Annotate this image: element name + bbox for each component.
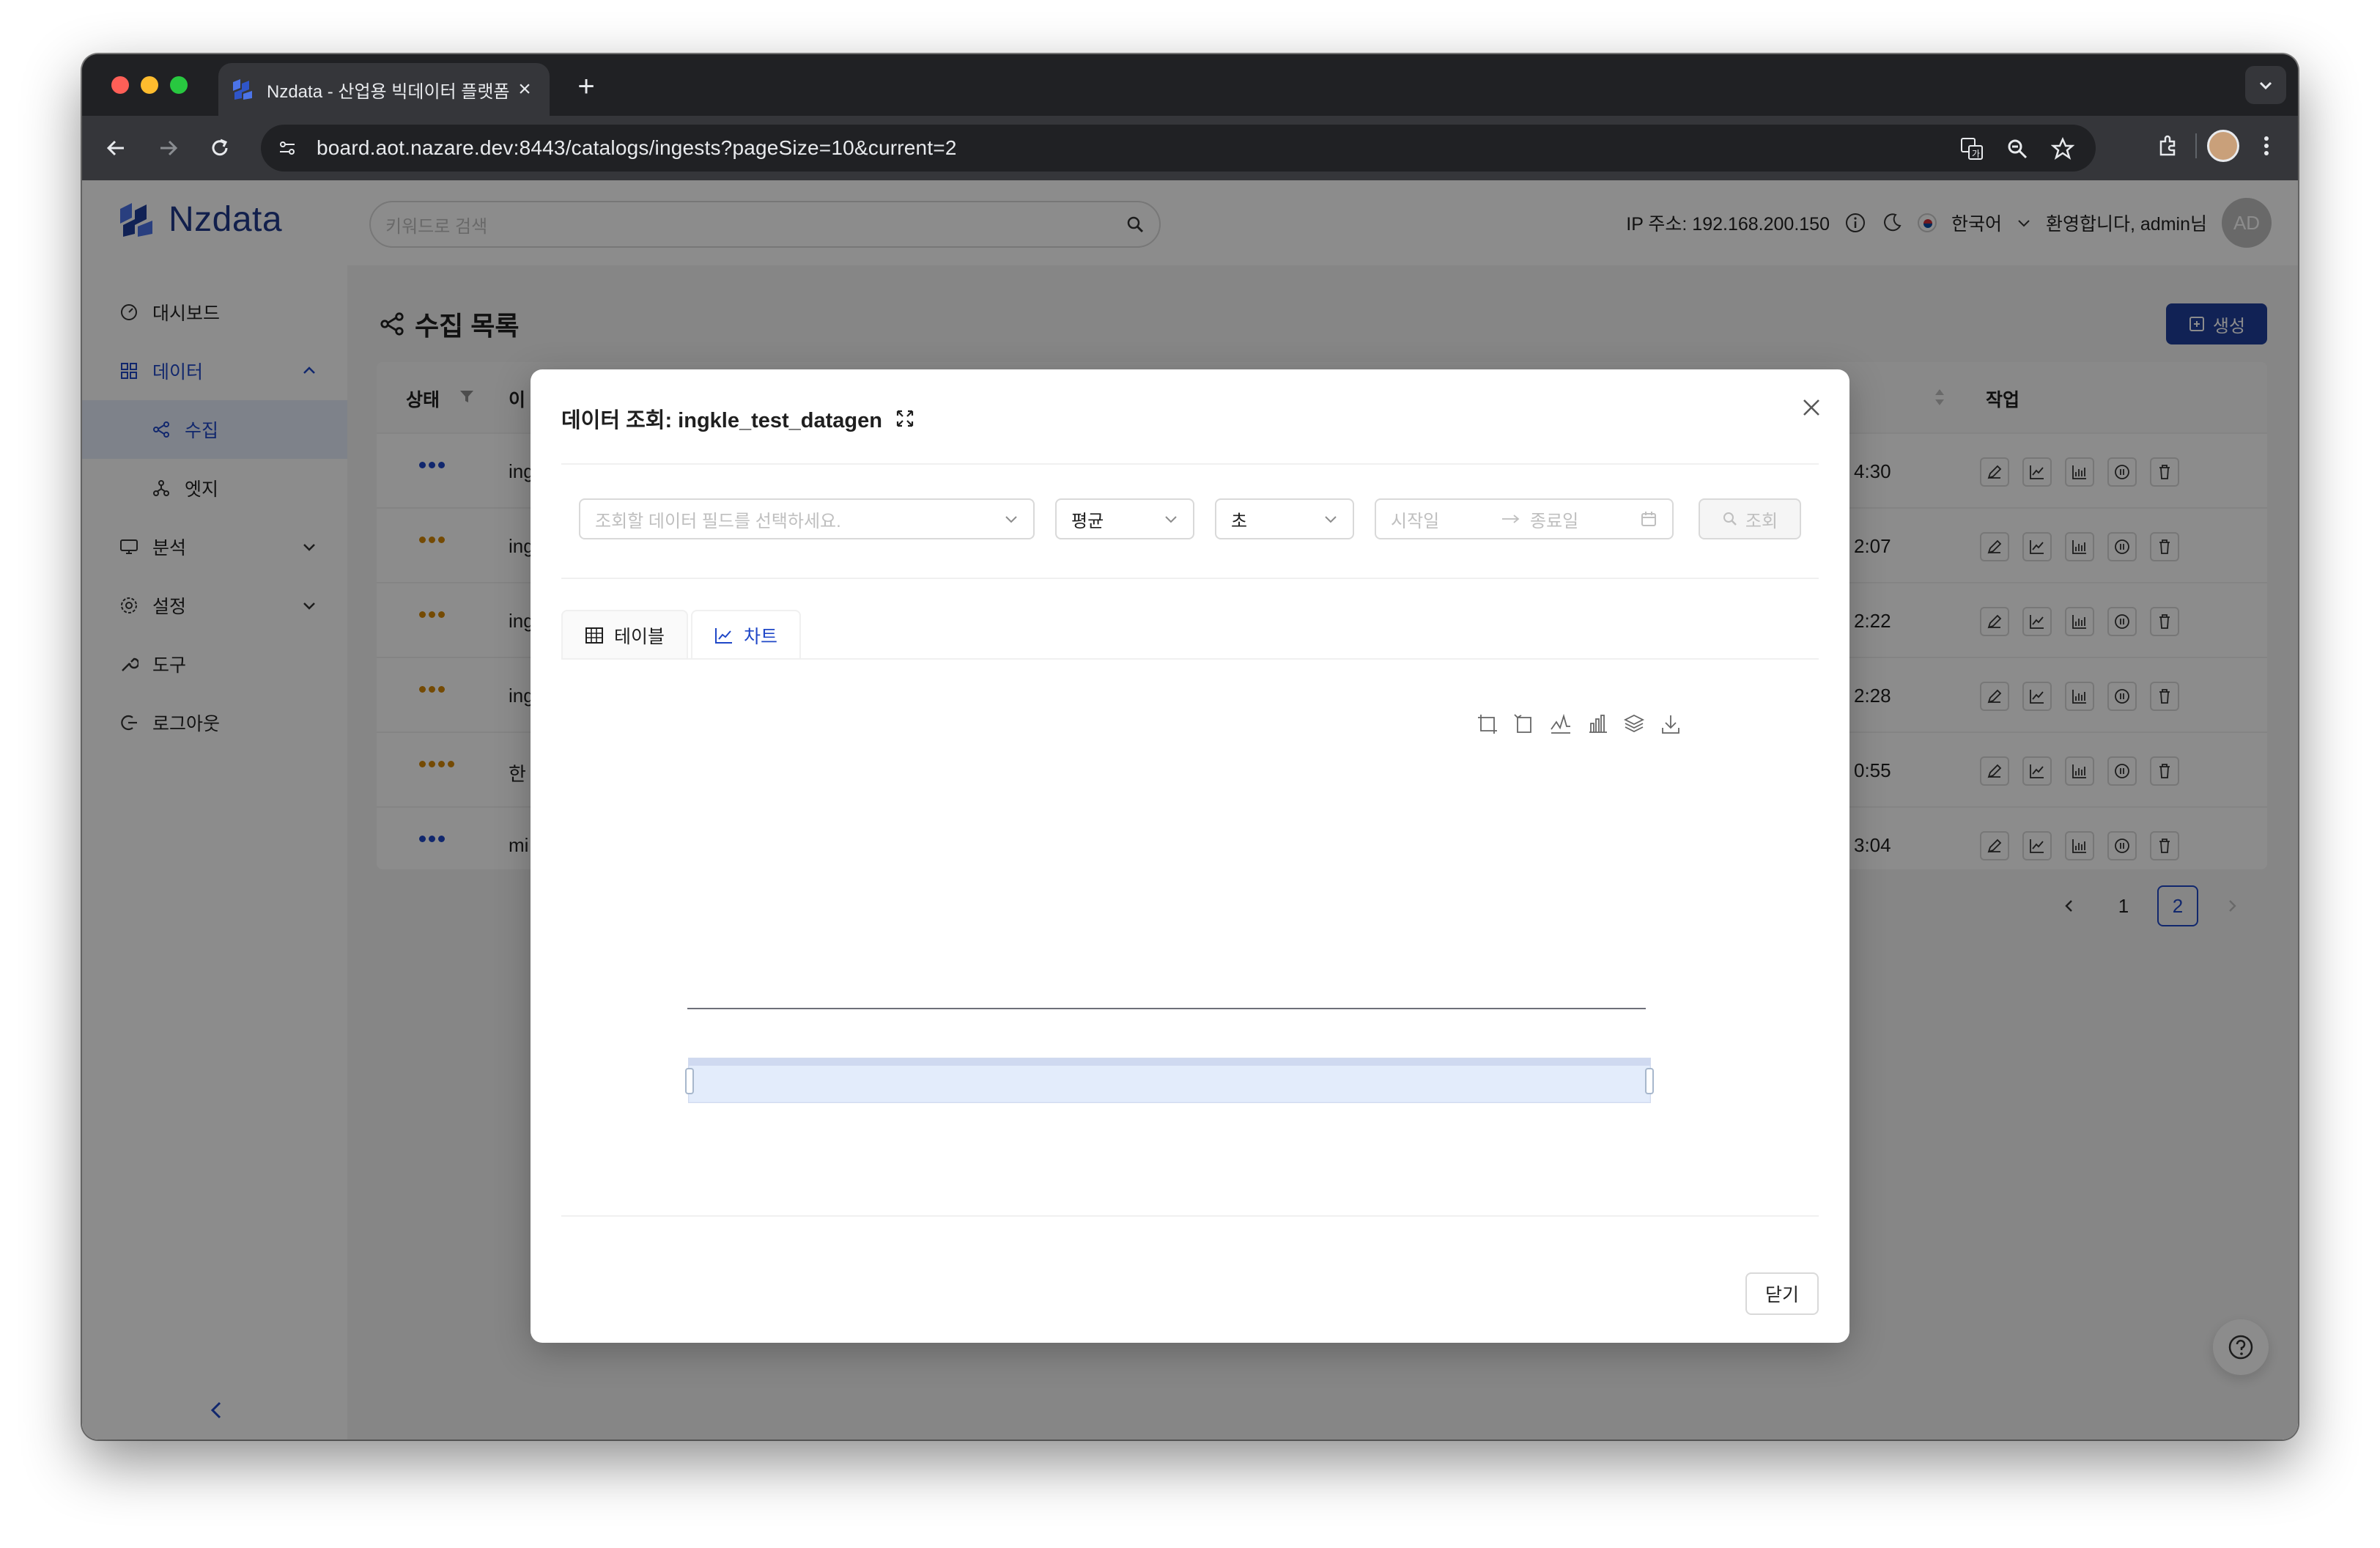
data-zoom-slider[interactable] <box>531 1051 1849 1110</box>
svg-text:가: 가 <box>1972 149 1980 159</box>
close-button-label: 닫기 <box>1764 1285 1799 1305</box>
tab-table-label: 테이블 <box>614 627 665 647</box>
tabs-underline <box>561 658 1819 660</box>
view-tabs: 테이블 차트 <box>561 610 804 660</box>
browser-toolbar: board.aot.nazare.dev:8443/catalogs/inges… <box>82 116 2298 180</box>
date-range-picker[interactable]: 시작일 종료일 <box>1375 498 1674 539</box>
chart-canvas[interactable] <box>531 736 1849 1029</box>
query-button-label: 조회 <box>1745 511 1778 531</box>
back-button[interactable] <box>97 129 135 167</box>
chevron-down-icon <box>1005 516 1017 523</box>
modal-divider <box>561 463 1819 465</box>
web-page: Nzdata 대시보드 데이터 수집 엣지 분석 설정 도구 로그아웃 키워드로… <box>82 180 2298 1440</box>
download-icon[interactable] <box>1659 712 1682 736</box>
tab-search-button[interactable] <box>2245 66 2286 104</box>
fullscreen-icon[interactable] <box>895 409 914 428</box>
extensions-icon[interactable] <box>2151 129 2185 163</box>
arrow-left-icon <box>106 140 124 156</box>
reload-icon <box>212 139 228 156</box>
chevron-down-icon <box>1165 516 1177 523</box>
chevron-down-icon <box>1325 516 1337 523</box>
tab-chart-label: 차트 <box>744 627 778 647</box>
arrow-right-icon <box>160 140 178 156</box>
reload-button[interactable] <box>201 129 239 167</box>
bookmark-star-icon[interactable] <box>2046 132 2080 166</box>
arrow-right-icon <box>1502 515 1520 523</box>
modal-title: 데이터 조회: ingkle_test_datagen <box>561 403 914 434</box>
browser-tab[interactable]: Nzdata - 산업용 빅데이터 플랫폼 × <box>218 63 550 116</box>
toolbar-divider <box>2195 133 2197 158</box>
calendar-icon <box>1641 512 1656 526</box>
address-bar[interactable]: board.aot.nazare.dev:8443/catalogs/inges… <box>261 125 2096 172</box>
tab-table[interactable]: 테이블 <box>561 610 689 660</box>
forward-button[interactable] <box>149 129 188 167</box>
table-icon <box>585 627 603 644</box>
url-text[interactable]: board.aot.nazare.dev:8443/catalogs/inges… <box>317 136 957 160</box>
tab-close-icon[interactable]: × <box>513 77 536 102</box>
zoom-icon[interactable] <box>1476 712 1499 736</box>
site-info-icon[interactable] <box>271 132 303 164</box>
field-select[interactable]: 조회할 데이터 필드를 선택하세요. <box>579 498 1035 539</box>
profile-avatar[interactable] <box>2207 130 2239 162</box>
kebab-menu-icon[interactable] <box>2250 129 2283 163</box>
aggregate-select[interactable]: 평균 <box>1055 498 1194 539</box>
field-select-placeholder: 조회할 데이터 필드를 선택하세요. <box>595 511 841 531</box>
stack-icon[interactable] <box>1622 712 1646 736</box>
aggregate-select-value: 평균 <box>1071 511 1104 531</box>
zoom-right-handle[interactable] <box>1645 1068 1654 1094</box>
tab-title: Nzdata - 산업용 빅데이터 플랫폼 <box>267 81 510 102</box>
zoom-left-handle[interactable] <box>685 1068 694 1094</box>
query-button[interactable]: 조회 <box>1699 498 1801 539</box>
chart-toolbox <box>1476 712 1682 736</box>
modal-close-footer-button[interactable]: 닫기 <box>1745 1272 1819 1315</box>
start-date-input[interactable]: 시작일 <box>1391 506 1501 532</box>
data-query-modal: 데이터 조회: ingkle_test_datagen 조회할 데이터 필드를 … <box>531 369 1849 1343</box>
minimize-window-button[interactable] <box>141 76 158 94</box>
line-chart-icon <box>715 628 733 644</box>
chevron-down-icon <box>2259 81 2272 90</box>
zoom-move-handle[interactable] <box>689 1058 1650 1066</box>
modal-title-text: 데이터 조회: ingkle_test_datagen <box>561 409 882 432</box>
search-icon <box>1723 512 1737 526</box>
zoom-icon[interactable] <box>2000 132 2034 166</box>
new-tab-button[interactable]: + <box>566 66 607 107</box>
tab-strip: Nzdata - 산업용 빅데이터 플랫폼 × + <box>82 54 2298 116</box>
time-unit-select[interactable]: 초 <box>1215 498 1354 539</box>
tab-chart[interactable]: 차트 <box>691 610 802 660</box>
end-date-input[interactable]: 종료일 <box>1530 506 1640 532</box>
translate-icon[interactable]: 가 <box>1955 132 1989 166</box>
browser-window: Nzdata - 산업용 빅데이터 플랫폼 × + board.aot.naza… <box>82 54 2298 1440</box>
bar-switch-icon[interactable] <box>1586 712 1609 736</box>
maximize-window-button[interactable] <box>170 76 188 94</box>
modal-close-button[interactable] <box>1797 393 1826 422</box>
modal-divider <box>561 1215 1819 1217</box>
nzdata-favicon-icon <box>233 79 252 100</box>
close-icon <box>1803 399 1819 416</box>
line-switch-icon[interactable] <box>1549 712 1572 736</box>
zoom-reset-icon[interactable] <box>1512 712 1536 736</box>
close-window-button[interactable] <box>111 76 129 94</box>
modal-divider <box>561 578 1819 579</box>
time-unit-select-value: 초 <box>1231 511 1248 531</box>
